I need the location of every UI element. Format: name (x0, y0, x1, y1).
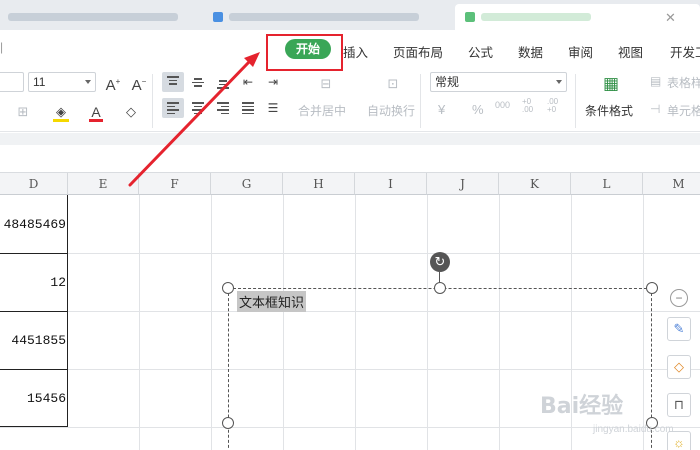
pointer-arrow-icon (128, 52, 260, 187)
wps-spreadsheet-window: ✕ | 开始 插入 页面布局 公式 数据 审阅 视图 开发工 11 A+ A− … (0, 0, 700, 450)
